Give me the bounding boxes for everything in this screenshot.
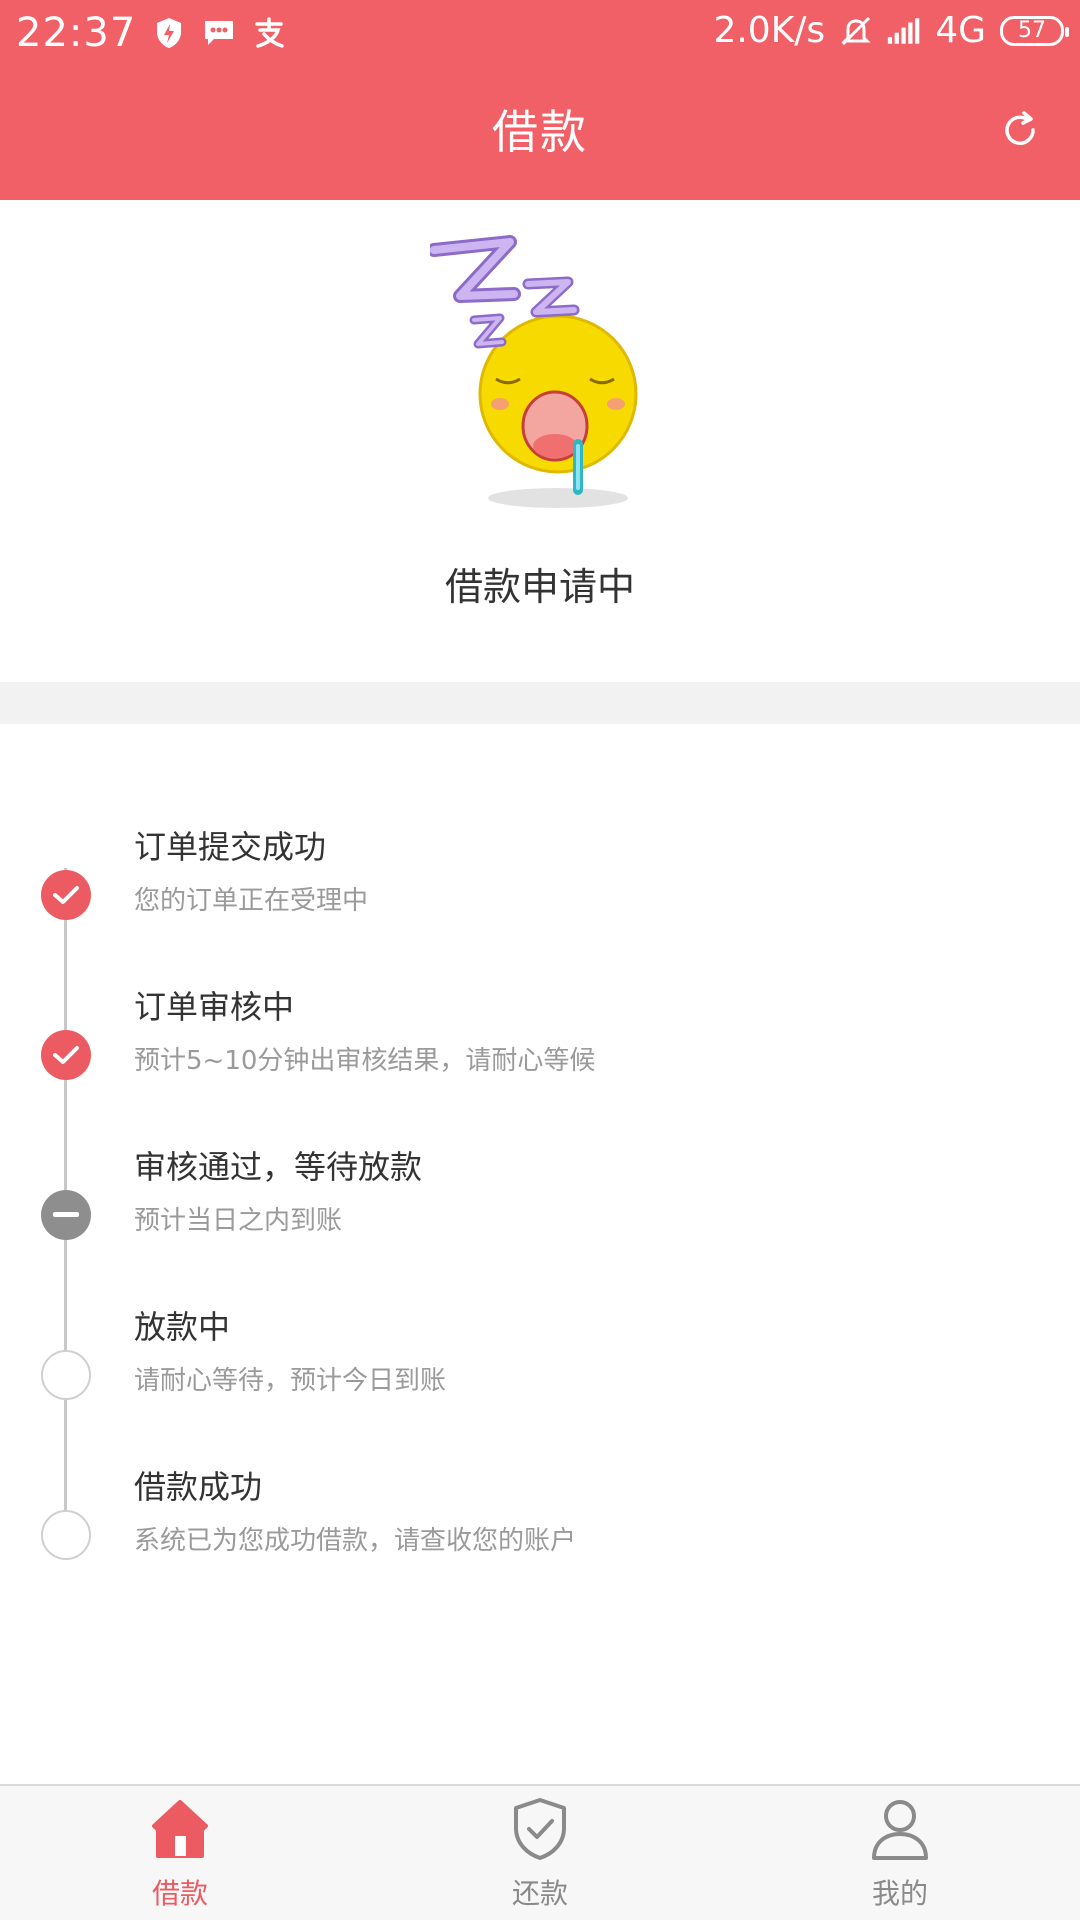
step-description: 请耐心等待，预计今日到账 xyxy=(134,1366,447,1396)
tab-label: 借款 xyxy=(151,1877,208,1910)
step-description: 预计5~10分钟出审核结果，请耐心等候 xyxy=(134,1046,596,1076)
step-done-icon xyxy=(41,870,91,920)
app-header: 借款 xyxy=(0,66,1080,200)
home-icon xyxy=(152,1800,208,1858)
sleeping-emoji-icon xyxy=(430,235,638,508)
step-pending-icon xyxy=(41,1350,91,1400)
page-title: 借款 xyxy=(492,105,588,159)
shield-check-icon xyxy=(514,1798,566,1860)
status-bar-right: 2.0K/s 4G 57 xyxy=(713,10,1069,51)
step-pending-icon xyxy=(41,1510,91,1560)
bottom-tab-bar: 借款 还款 我的 xyxy=(0,1784,1080,1920)
signal-icon xyxy=(887,11,921,51)
timeline-step: 审核通过，等待放款 预计当日之内到账 xyxy=(0,1142,1080,1282)
step-title: 订单提交成功 xyxy=(134,828,327,866)
step-description: 预计当日之内到账 xyxy=(134,1206,343,1236)
loan-status-text: 借款申请中 xyxy=(444,565,635,609)
battery-icon: 57 xyxy=(1000,15,1069,46)
message-icon xyxy=(202,13,236,53)
tab-label: 还款 xyxy=(511,1877,568,1910)
user-icon xyxy=(872,1800,928,1860)
status-bar-left: 22:37 xyxy=(16,10,286,56)
status-hero: 借款申请中 xyxy=(0,200,1080,682)
tab-borrow[interactable]: 借款 xyxy=(0,1786,360,1922)
refresh-icon xyxy=(1005,111,1035,145)
progress-timeline: 订单提交成功 您的订单正在受理中 订单审核中 预计5~10分钟出审核结果，请耐心… xyxy=(0,724,1080,1784)
step-title: 审核通过，等待放款 xyxy=(134,1148,423,1186)
step-description: 您的订单正在受理中 xyxy=(134,886,369,916)
step-title: 借款成功 xyxy=(134,1468,263,1506)
section-divider xyxy=(0,682,1080,724)
tab-repay[interactable]: 还款 xyxy=(360,1786,720,1922)
battery-level: 57 xyxy=(1018,18,1046,43)
step-title: 放款中 xyxy=(134,1308,231,1346)
timeline-step: 订单提交成功 您的订单正在受理中 xyxy=(0,822,1080,962)
tab-mine[interactable]: 我的 xyxy=(720,1786,1080,1922)
step-description: 系统已为您成功借款，请查收您的账户 xyxy=(134,1526,577,1556)
status-bar: 22:37 2.0K/s 4G 57 xyxy=(0,0,1080,66)
alipay-icon xyxy=(252,13,286,53)
timeline-step: 订单审核中 预计5~10分钟出审核结果，请耐心等候 xyxy=(0,982,1080,1122)
step-done-icon xyxy=(41,1030,91,1080)
step-current-icon xyxy=(41,1190,91,1240)
status-time: 22:37 xyxy=(16,10,137,56)
timeline-step: 借款成功 系统已为您成功借款，请查收您的账户 xyxy=(0,1462,1080,1602)
step-title: 订单审核中 xyxy=(134,988,295,1026)
mute-bell-icon xyxy=(839,11,873,51)
shield-bolt-icon xyxy=(152,13,186,53)
net-speed: 2.0K/s xyxy=(713,10,826,51)
timeline-step: 放款中 请耐心等待，预计今日到账 xyxy=(0,1302,1080,1442)
refresh-button[interactable] xyxy=(990,100,1050,160)
tab-label: 我的 xyxy=(871,1877,928,1910)
network-type: 4G xyxy=(935,10,986,51)
